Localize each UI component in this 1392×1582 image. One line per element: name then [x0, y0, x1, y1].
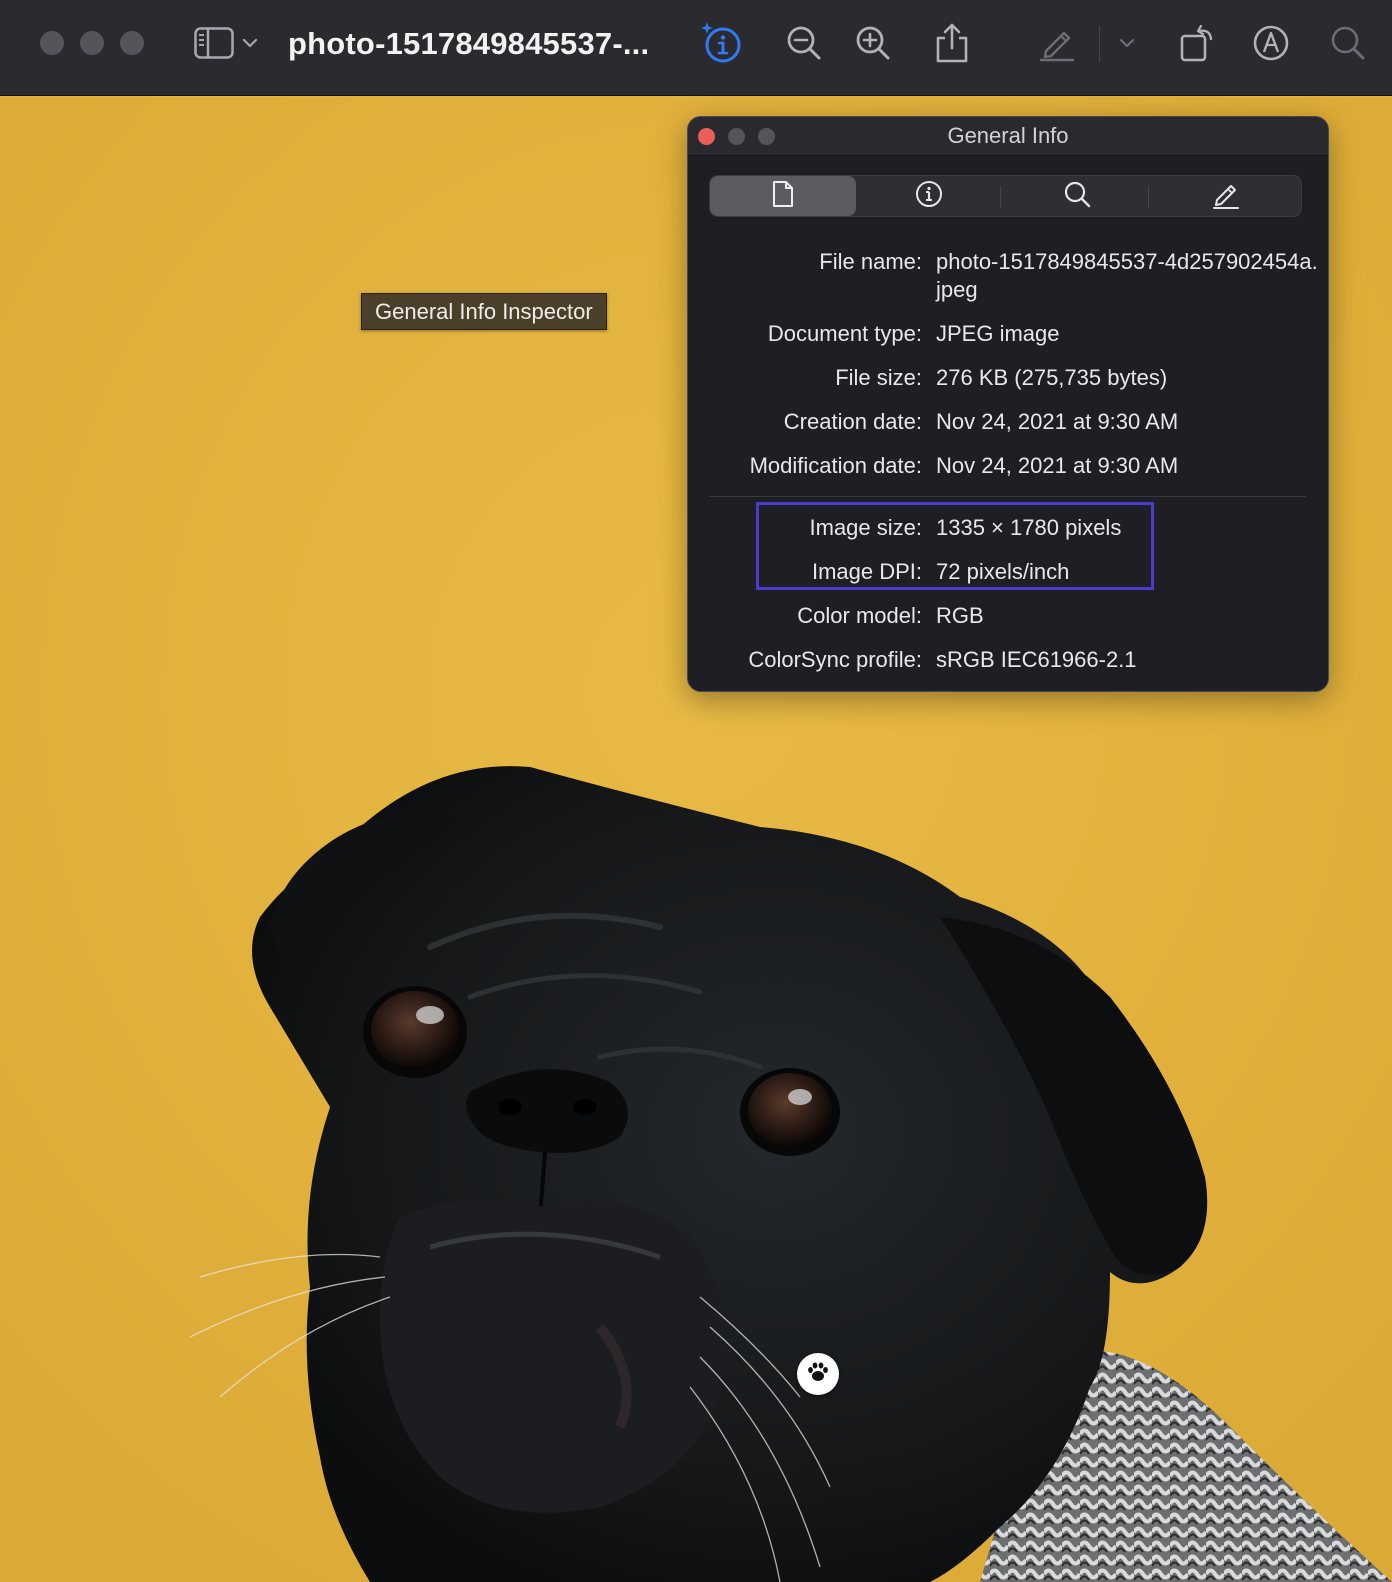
- rotate-button[interactable]: [1176, 20, 1220, 66]
- row-label: Color model:: [797, 603, 922, 628]
- view-menu-button[interactable]: [236, 20, 264, 66]
- row-label: ColorSync profile:: [748, 647, 922, 672]
- search-icon: [1063, 180, 1091, 213]
- row-value: sRGB IEC61966-2.1: [936, 647, 1137, 672]
- cursor: [797, 1353, 839, 1395]
- sidebar-icon: [194, 27, 234, 59]
- highlight-box: [756, 502, 1154, 590]
- pencil-icon: [1211, 179, 1241, 214]
- markup-pen-button[interactable]: [1035, 20, 1079, 66]
- inspector-title: General Info: [947, 123, 1069, 148]
- general-info-inspector: General Info File name: photo-1517849845…: [687, 116, 1329, 692]
- zoom-out-button[interactable]: [782, 20, 826, 66]
- rotate-icon: [1179, 23, 1217, 63]
- markup-toolbar-icon: [1252, 24, 1290, 62]
- info-inspector-button[interactable]: [697, 20, 747, 66]
- paw-icon: [806, 1361, 830, 1388]
- row-value: RGB: [936, 603, 984, 628]
- preview-window: photo-1517849845537-... General Info Ins…: [0, 0, 1392, 1582]
- row-value: JPEG image: [936, 321, 1060, 346]
- share-button[interactable]: [930, 20, 974, 66]
- zoom-in-button[interactable]: [851, 20, 895, 66]
- toolbar-separator: [1099, 26, 1100, 62]
- markup-toolbar-button[interactable]: [1249, 20, 1293, 66]
- document-title[interactable]: photo-1517849845537-...: [288, 22, 649, 66]
- close-window-button[interactable]: [40, 31, 64, 55]
- chevron-down-icon: [1119, 38, 1135, 48]
- row-label: Creation date:: [783, 409, 922, 434]
- markup-pen-icon: [1038, 24, 1076, 62]
- toolbar: photo-1517849845537-...: [0, 0, 1392, 96]
- tab-keywords[interactable]: [1004, 176, 1150, 216]
- row-label: File name:: [819, 249, 922, 274]
- zoom-window-button[interactable]: [120, 31, 144, 55]
- sidebar-toggle-button[interactable]: [192, 20, 236, 66]
- zoom-out-icon: [786, 25, 822, 61]
- chevron-down-icon: [242, 38, 258, 48]
- row-label: File size:: [835, 365, 922, 390]
- row-value: Nov 24, 2021 at 9:30 AM: [936, 453, 1179, 478]
- inspector-titlebar[interactable]: General Info: [688, 117, 1328, 156]
- inspector-tabs: [709, 175, 1302, 217]
- search-icon: [1330, 25, 1366, 61]
- tooltip: General Info Inspector: [361, 293, 607, 330]
- row-value: Nov 24, 2021 at 9:30 AM: [936, 409, 1179, 434]
- markup-menu-button[interactable]: [1112, 20, 1142, 66]
- zoom-in-icon: [855, 25, 891, 61]
- tab-more-info[interactable]: [856, 176, 1002, 216]
- document-icon: [771, 180, 795, 213]
- row-label: Document type:: [767, 321, 922, 346]
- minimize-window-button[interactable]: [80, 31, 104, 55]
- search-button[interactable]: [1326, 20, 1370, 66]
- row-label: Modification date:: [749, 453, 922, 478]
- info-inspector-icon: [699, 20, 745, 66]
- tab-annotations[interactable]: [1153, 176, 1299, 216]
- tab-general-info[interactable]: [710, 176, 856, 216]
- share-icon: [935, 23, 969, 63]
- section-divider: [709, 496, 1306, 497]
- info-icon: [915, 180, 943, 213]
- row-value: photo-1517849845537-4d257902454a.jpeg: [936, 249, 1318, 302]
- row-value: 276 KB (275,735 bytes): [936, 365, 1168, 390]
